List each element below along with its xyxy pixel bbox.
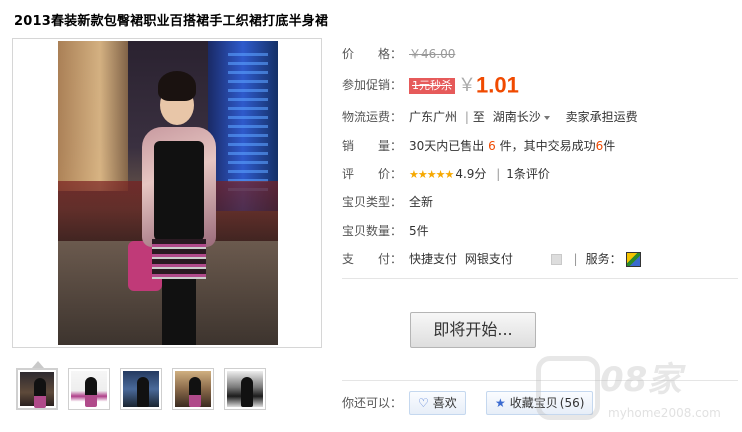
payment-label: 支 付： bbox=[342, 252, 403, 266]
share-label: 你还可以： bbox=[342, 396, 403, 410]
heart-icon: ♡ bbox=[418, 396, 429, 410]
shipping-note: 卖家承担运费 bbox=[565, 110, 638, 124]
promo-badge[interactable]: 1元秒杀 bbox=[409, 77, 455, 94]
ship-to-prefix: 至 bbox=[472, 110, 485, 124]
thumbnail-1[interactable] bbox=[16, 368, 58, 410]
currency-symbol: ￥ bbox=[458, 74, 476, 96]
rating-stars: ★★★★★ bbox=[409, 168, 454, 181]
payment-expand-icon[interactable] bbox=[550, 254, 562, 265]
watermark-text: 08家 bbox=[600, 360, 682, 400]
current-price: 1.01 bbox=[476, 72, 519, 98]
quantity-label: 宝贝数量： bbox=[342, 224, 403, 238]
sales-label: 销 量： bbox=[342, 139, 403, 153]
original-price: ￥46.00 bbox=[409, 47, 456, 61]
buy-button[interactable]: 即将开始... bbox=[410, 312, 536, 348]
house-logo-icon bbox=[536, 356, 600, 420]
price-label: 价 格： bbox=[342, 47, 403, 61]
thumbnail-pointer bbox=[32, 361, 44, 368]
condition-value: 全新 bbox=[409, 195, 434, 209]
star-icon: ★ bbox=[495, 396, 506, 410]
like-button[interactable]: ♡ 喜欢 bbox=[409, 391, 466, 415]
thumbnail-5[interactable] bbox=[224, 368, 266, 410]
service-icon[interactable] bbox=[625, 252, 641, 267]
shipping-label: 物流运费： bbox=[342, 110, 403, 124]
thumbnail-3[interactable] bbox=[120, 368, 162, 410]
ship-to-select[interactable]: 湖南长沙 bbox=[493, 110, 550, 124]
site-watermark: 08家 myhome2008.com bbox=[530, 352, 742, 432]
thumbnail-4[interactable] bbox=[172, 368, 214, 410]
promo-label: 参加促销： bbox=[342, 78, 403, 92]
ship-from: 广东广州 bbox=[409, 110, 458, 124]
product-photo bbox=[58, 41, 278, 345]
product-title: 2013春装新款包臀裙职业百搭裙手工织裙打底半身裙 bbox=[14, 14, 329, 29]
divider bbox=[342, 278, 738, 279]
service-label: 服务： bbox=[585, 252, 622, 266]
watermark-url: myhome2008.com bbox=[608, 406, 721, 420]
review-count-link[interactable]: 1条评价 bbox=[506, 167, 550, 181]
quantity-value: 5件 bbox=[409, 224, 429, 238]
rating-label: 评 价： bbox=[342, 167, 403, 181]
sold-count: 6 bbox=[488, 139, 496, 153]
thumbnail-2[interactable] bbox=[68, 368, 110, 410]
condition-label: 宝贝类型： bbox=[342, 195, 403, 209]
payment-method-quick: 快捷支付 bbox=[409, 252, 458, 266]
payment-method-bank: 网银支付 bbox=[464, 252, 513, 266]
rating-score: 4.9分 bbox=[455, 167, 487, 181]
chevron-down-icon bbox=[543, 115, 550, 120]
main-product-image[interactable] bbox=[12, 38, 322, 348]
